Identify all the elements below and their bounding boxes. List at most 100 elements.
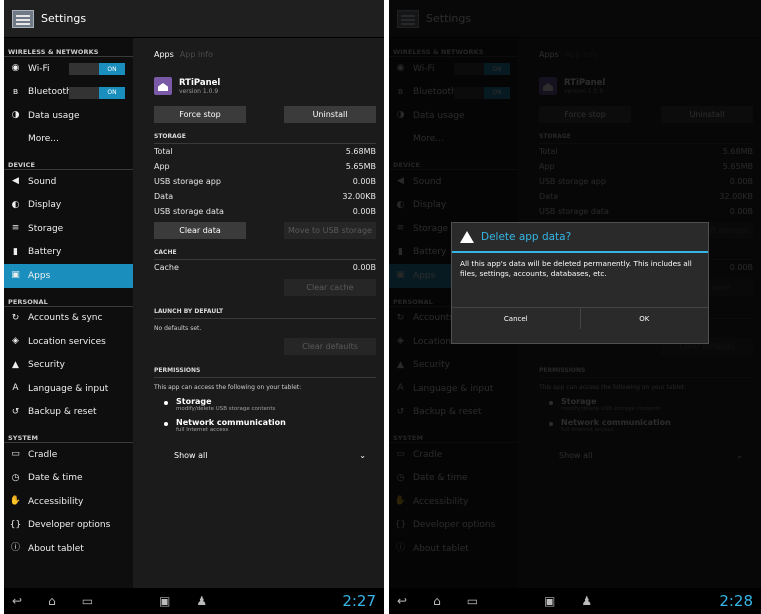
sidebar-item-label: Wi-Fi [28,63,50,74]
apps-icon: ▣ [11,270,20,281]
storage-value: 0.00B [352,177,376,186]
cache-row: Cache 0.00B [154,260,376,275]
show-all-row[interactable]: Show all ⌄ [174,451,366,460]
toggle-on-label: ON [99,86,125,99]
sidebar-item-label: Sound [28,176,57,187]
cache-header: CACHE [154,249,376,260]
breadcrumb-app-info: App info [179,49,213,59]
storage-value: 32.00KB [342,192,376,201]
sidebar-item-apps[interactable]: ▣ Apps [4,264,133,288]
dialog-message: All this app's data will be deleted perm… [460,259,692,278]
storage-icon: ≡ [11,223,20,234]
sound-icon: ◀ [12,176,19,187]
permission-subtitle: full Internet access [176,427,229,433]
recents-icon[interactable]: ▭ [467,594,478,608]
sidebar-item-date-time[interactable]: ◷ Date & time [4,467,133,491]
storage-label: Total [154,147,173,156]
dialog-title: Delete app data? [481,231,572,243]
sidebar-item-data-usage[interactable]: ◑ Data usage [4,104,133,128]
action-bar-title: Settings [41,12,87,25]
back-icon[interactable]: ↩ [397,594,407,608]
storage-label: Data [154,192,174,201]
uninstall-button[interactable]: Uninstall [284,106,376,123]
action-bar: Settings [4,0,384,38]
recents-icon[interactable]: ▭ [82,594,93,608]
language-icon: A [12,383,19,394]
sidebar-item-security[interactable]: ▲ Security [4,354,133,378]
chevron-down-icon: ⌄ [359,451,366,460]
sidebar-item-battery[interactable]: ▮ Battery [4,241,133,265]
sidebar-item-cradle[interactable]: ▭ Cradle [4,443,133,467]
permission-title: Network communication [176,418,286,427]
sidebar-item-label: Display [28,200,62,211]
breadcrumb-apps[interactable]: Apps [154,50,174,59]
info-icon: ⓘ [10,543,20,554]
sidebar-item-label: Date & time [28,473,83,484]
permission-item: Network communicationfull Internet acces… [164,418,376,433]
force-stop-button[interactable]: Force stop [154,106,246,123]
dialog-title-bar: Delete app data? [452,223,708,253]
storage-label: App [154,162,170,171]
sidebar-item-label: Backup & reset [28,407,97,418]
storage-row: Total 5.68MB [154,144,376,159]
sidebar-item-accessibility[interactable]: ✋ Accessibility [4,490,133,514]
permissions-intro: This app can access the following on you… [154,384,302,391]
sidebar-item-label: Bluetooth [28,87,72,98]
clock-icon: ◷ [11,472,20,483]
sidebar-item-language-input[interactable]: A Language & input [4,377,133,401]
clear-defaults-button[interactable]: Clear defaults [284,338,376,355]
clear-cache-button[interactable]: Clear cache [284,279,376,296]
toggle-switch[interactable]: ON [69,63,125,75]
sidebar-item-label: Security [28,360,65,371]
sidebar-item-sound[interactable]: ◀ Sound [4,170,133,194]
accessibility-icon: ✋ [9,496,22,507]
app-header: RTiPanel version 1.0.9 [154,70,376,102]
delete-data-dialog: Delete app data? All this app's data wil… [451,222,709,344]
sidebar-item-label: More... [28,134,59,145]
cache-label: Cache [154,263,179,272]
ok-button[interactable]: OK [581,308,709,329]
sidebar-item-accounts-sync[interactable]: ↻ Accounts & sync [4,307,133,331]
cancel-button[interactable]: Cancel [452,308,581,329]
sidebar-item-about-tablet[interactable]: ⓘ About tablet [4,537,133,561]
storage-value: 5.65MB [345,162,376,171]
sidebar-item-label: Language & input [28,383,109,394]
breadcrumb: Apps App info [154,38,376,70]
move-to-usb-button[interactable]: Move to USB storage [284,222,376,239]
sidebar-item-label: About tablet [28,543,84,554]
storage-row: USB storage data 0.00B [154,204,376,219]
backup-icon: ↺ [11,406,20,417]
show-all-label: Show all [174,451,208,460]
back-icon[interactable]: ↩ [12,594,22,608]
bullet-icon [164,422,168,426]
clear-data-button[interactable]: Clear data [154,222,246,239]
sidebar-item-wi-fi[interactable]: ◉ Wi-Fi ON [4,57,133,81]
sidebar-category: WIRELESS & NETWORKS [4,38,133,57]
rtipanel-app-icon [154,77,172,95]
sidebar-item-bluetooth[interactable]: ʙ Bluetooth ON [4,81,133,105]
permission-item: Storagemodify/delete USB storage content… [164,397,376,412]
sidebar-item-storage[interactable]: ≡ Storage [4,217,133,241]
data-usage-icon: ◑ [11,110,20,121]
sidebar-item-location-services[interactable]: ◈ Location services [4,330,133,354]
home-icon[interactable]: ⌂ [48,594,56,608]
settings-screen-left: Settings WIRELESS & NETWORKS ◉ Wi-Fi ON ʙ Blu… [4,0,384,614]
sidebar-category: DEVICE [4,151,133,170]
home-icon[interactable]: ⌂ [433,594,441,608]
toggle-switch[interactable]: ON [69,86,125,99]
clock[interactable]: 2:27 [342,592,376,610]
storage-value: 5.68MB [345,147,376,156]
sidebar-item-more[interactable]: More... [4,128,133,152]
permission-subtitle: modify/delete USB storage contents [176,406,276,412]
sidebar-item-developer-options[interactable]: {} Developer options [4,514,133,538]
sidebar-item-label: Cradle [28,449,58,460]
sidebar-item-backup-reset[interactable]: ↺ Backup & reset [4,401,133,425]
sidebar-item-display[interactable]: ◐ Display [4,194,133,218]
clock[interactable]: 2:28 [719,592,753,610]
launch-default-header: LAUNCH BY DEFAULT [154,308,376,319]
location-icon: ◈ [12,336,19,347]
sidebar-item-label: Battery [28,247,62,258]
blank-icon [10,134,21,145]
wifi-icon: ◉ [11,63,20,74]
screenshot-icon: ▣ [544,594,556,608]
